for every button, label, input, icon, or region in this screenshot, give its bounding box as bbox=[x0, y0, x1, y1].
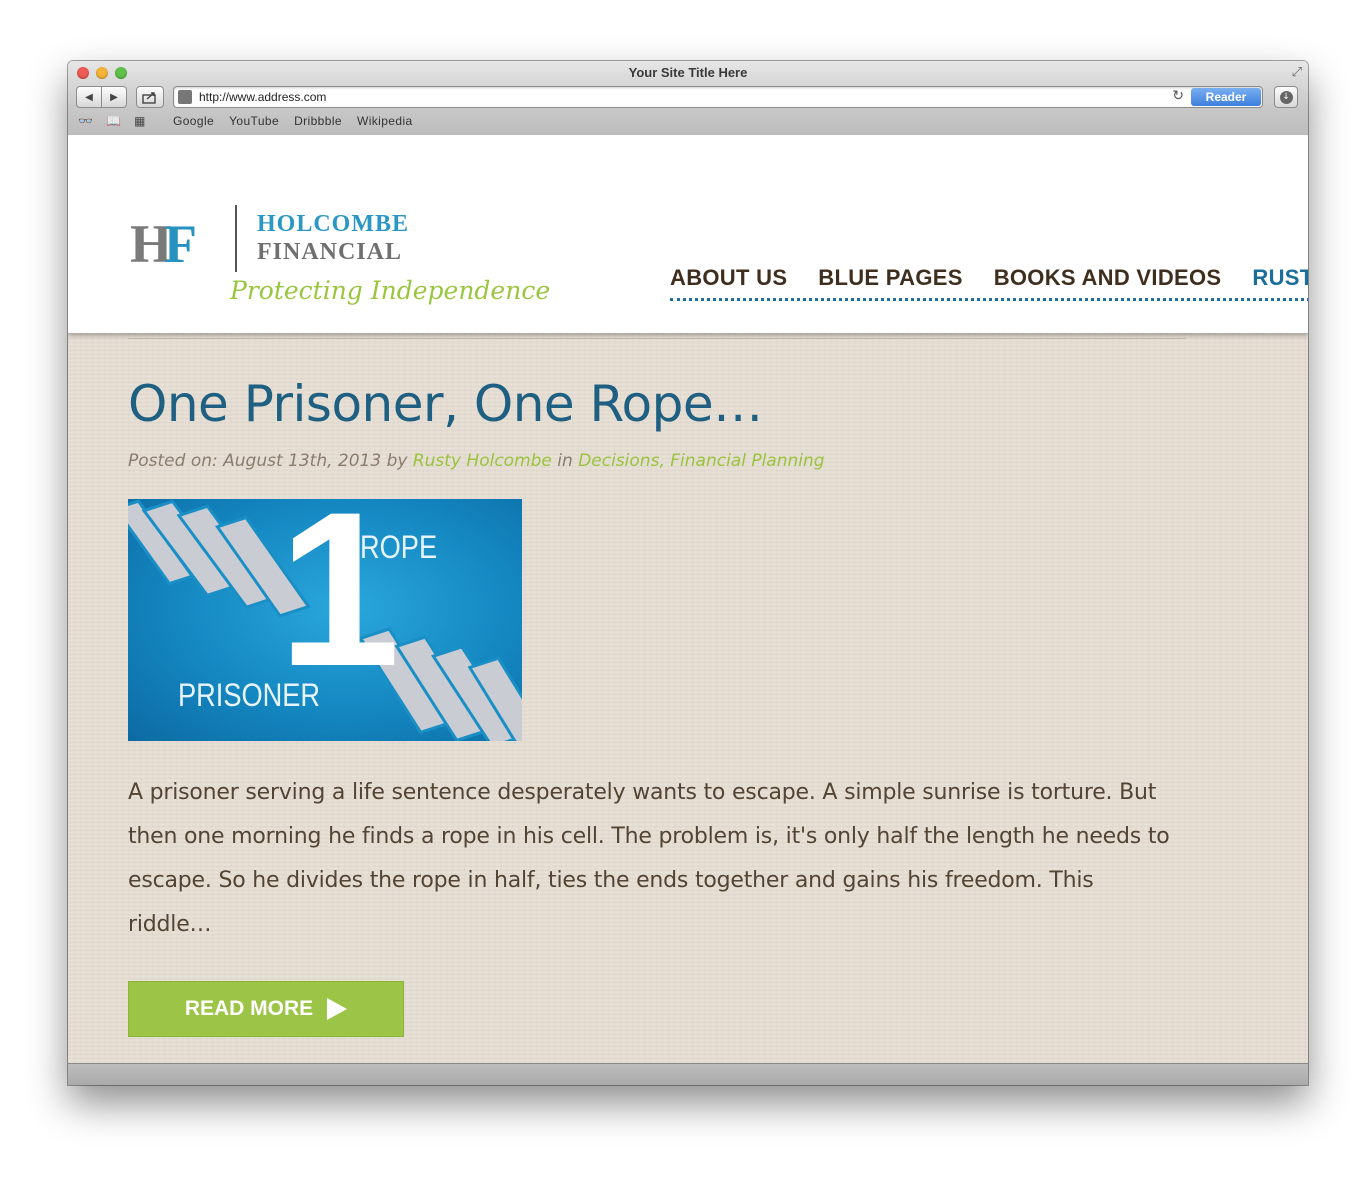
nav-dotted-underline bbox=[670, 298, 1308, 301]
bookmark-dribbble[interactable]: Dribbble bbox=[294, 114, 342, 128]
share-button[interactable] bbox=[136, 86, 164, 108]
bookmarks-bar: 👓 📖 ▦ Google YouTube Dribbble Wikipedia bbox=[78, 114, 428, 128]
web-page: HF HOLCOMBE FINANCIAL Protecting Indepen… bbox=[68, 135, 1308, 1085]
url-text[interactable]: http://www.address.com bbox=[199, 90, 326, 104]
site-favicon-icon bbox=[178, 90, 192, 104]
back-button[interactable]: ◀ bbox=[76, 86, 102, 108]
address-bar[interactable]: http://www.address.com ↻ Reader bbox=[173, 86, 1263, 108]
logo-name-line1: HOLCOMBE bbox=[257, 211, 410, 237]
read-more-button[interactable]: READ MORE bbox=[128, 981, 404, 1037]
bookmark-google[interactable]: Google bbox=[173, 114, 214, 128]
logo-monogram: HF bbox=[130, 213, 197, 275]
share-icon bbox=[142, 91, 156, 104]
nav-about-us[interactable]: ABOUT US bbox=[670, 265, 787, 291]
bookmark-wikipedia[interactable]: Wikipedia bbox=[357, 114, 413, 128]
browser-toolbar: Your Site Title Here ⤢ ◀ ▶ http://www.ad… bbox=[68, 61, 1308, 136]
category-link-financial-planning[interactable]: Financial Planning bbox=[670, 451, 824, 471]
post-featured-image[interactable]: 1 ROPE PRISONER bbox=[128, 499, 522, 741]
post-excerpt: A prisoner serving a life sentence despe… bbox=[128, 780, 1170, 937]
fullscreen-icon[interactable]: ⤢ bbox=[1292, 65, 1302, 80]
nav-rusty[interactable]: RUST bbox=[1252, 265, 1308, 291]
meta-in: in bbox=[557, 451, 573, 471]
post-title[interactable]: One Prisoner, One Rope… bbox=[128, 375, 763, 433]
browser-status-bar bbox=[68, 1063, 1308, 1085]
play-arrow-icon bbox=[327, 998, 348, 1020]
forward-arrow-icon: ▶ bbox=[110, 91, 118, 103]
reading-list-icon[interactable]: 👓 bbox=[78, 114, 106, 128]
back-arrow-icon: ◀ bbox=[85, 91, 93, 103]
post-meta: Posted on: August 13th, 2013 by Rusty Ho… bbox=[128, 451, 825, 471]
nav-blue-pages[interactable]: BLUE PAGES bbox=[818, 265, 962, 291]
top-sites-grid-icon[interactable]: ▦ bbox=[134, 114, 162, 128]
bookmarks-book-icon[interactable]: 📖 bbox=[106, 114, 134, 128]
image-word-rope: ROPE bbox=[360, 529, 438, 565]
logo-name-line2: FINANCIAL bbox=[257, 239, 403, 265]
category-link-decisions[interactable]: Decisions bbox=[578, 451, 659, 471]
meta-posted-on: Posted on: August 13th, 2013 by bbox=[128, 451, 408, 471]
main-navigation: ABOUT US BLUE PAGES BOOKS AND VIDEOS RUS… bbox=[670, 265, 1308, 291]
reader-button[interactable]: Reader bbox=[1191, 88, 1261, 106]
history-buttons: ◀ ▶ bbox=[76, 86, 127, 108]
meta-comma: , bbox=[659, 451, 665, 471]
download-arrow-icon: ↓ bbox=[1279, 90, 1293, 104]
downloads-button[interactable]: ↓ bbox=[1274, 86, 1298, 108]
forward-button[interactable]: ▶ bbox=[102, 86, 127, 108]
author-link[interactable]: Rusty Holcombe bbox=[413, 451, 552, 471]
nav-books-and-videos[interactable]: BOOKS AND VIDEOS bbox=[994, 265, 1222, 291]
site-tagline: Protecting Independence bbox=[230, 276, 551, 305]
content-divider bbox=[128, 338, 1186, 339]
image-word-prisoner: PRISONER bbox=[178, 677, 321, 713]
window-title: Your Site Title Here bbox=[628, 65, 748, 80]
browser-window: Your Site Title Here ⤢ ◀ ▶ http://www.ad… bbox=[68, 61, 1308, 1085]
logo-mark-f: F bbox=[164, 214, 197, 274]
reload-icon[interactable]: ↻ bbox=[1172, 88, 1184, 104]
read-more-label: READ MORE bbox=[184, 997, 314, 1020]
site-header: HF HOLCOMBE FINANCIAL Protecting Indepen… bbox=[68, 135, 1308, 333]
bookmark-youtube[interactable]: YouTube bbox=[229, 114, 279, 128]
logo-divider bbox=[235, 205, 237, 272]
logo-mark-h: H bbox=[130, 214, 172, 274]
